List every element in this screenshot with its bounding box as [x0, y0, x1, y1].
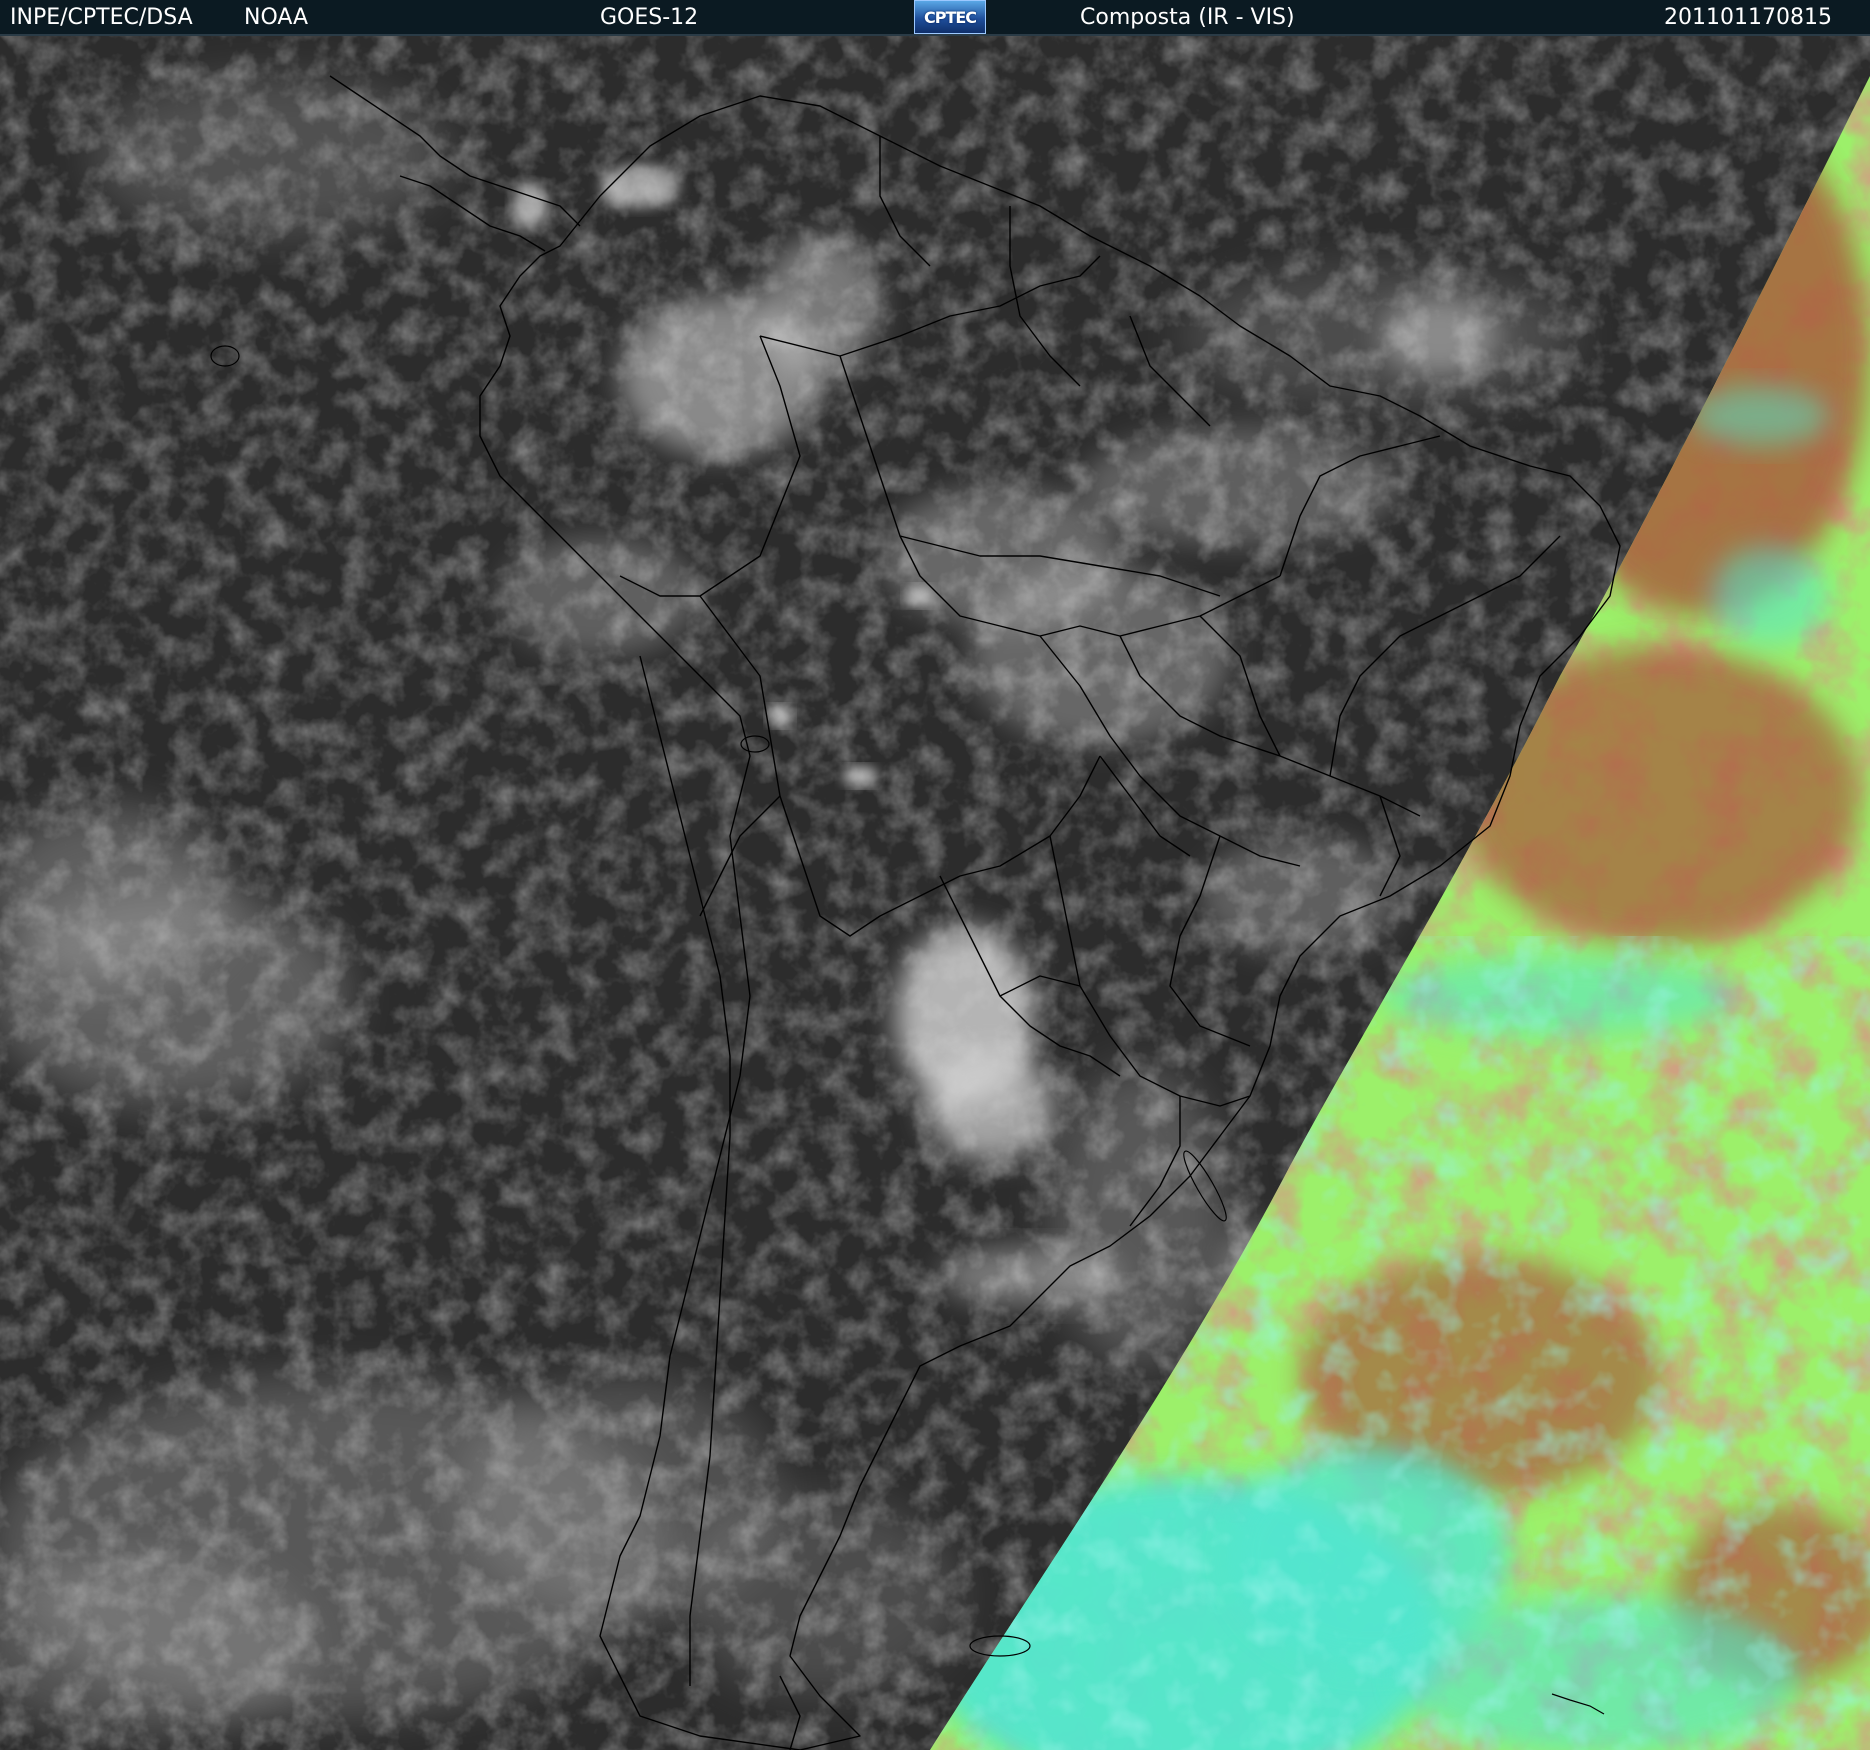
cptec-logo: CPTEC	[914, 0, 986, 34]
satellite-label: GOES-12	[600, 5, 699, 30]
product-label: Composta (IR - VIS)	[1080, 5, 1295, 30]
source-label: INPE/CPTEC/DSA	[10, 5, 193, 30]
cptec-logo-text: CPTEC	[923, 7, 977, 27]
agency-label: NOAA	[244, 5, 309, 30]
satellite-map	[0, 36, 1870, 1750]
image-header: INPE/CPTEC/DSA NOAA GOES-12 CPTEC Compos…	[0, 0, 1870, 36]
timestamp-label: 201101170815	[1664, 5, 1832, 30]
satellite-image	[0, 36, 1870, 1750]
